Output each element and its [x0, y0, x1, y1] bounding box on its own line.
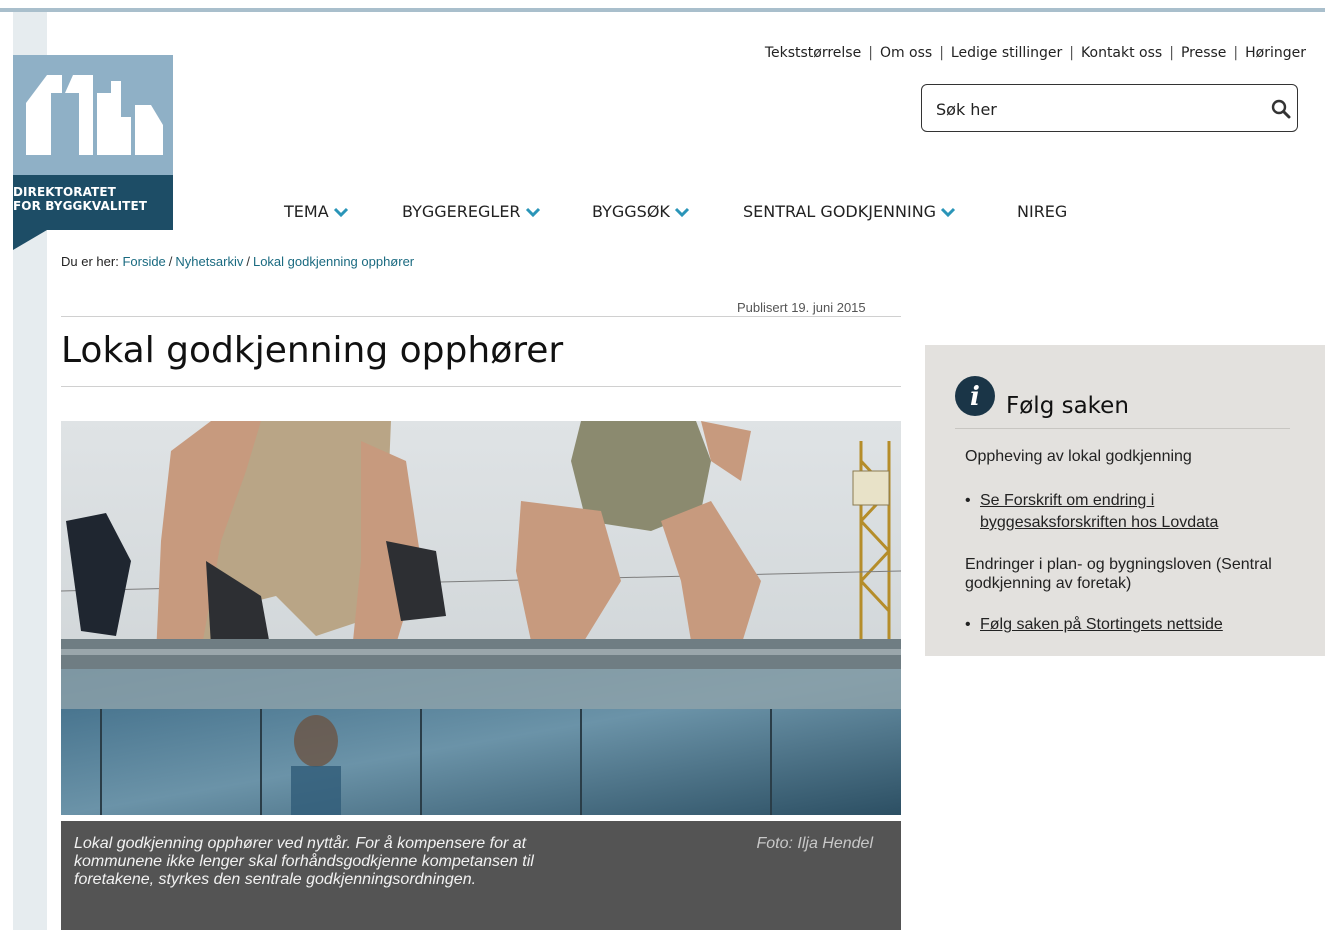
- nav-item-sentral-godkjenning[interactable]: SENTRAL GODKJENNING: [743, 202, 956, 221]
- nav-label: TEMA: [284, 202, 329, 221]
- logo-line-1: DIREKTORATET: [13, 185, 116, 199]
- panel-text: Oppheving av lokal godkjenning: [965, 448, 1192, 465]
- breadcrumb-separator: /: [168, 254, 173, 269]
- separator: |: [1069, 45, 1075, 61]
- util-link-contact[interactable]: Kontakt oss: [1081, 45, 1162, 61]
- storting-link[interactable]: Følg saken på Stortingets nettside: [980, 614, 1290, 636]
- bullet: •: [965, 492, 971, 509]
- panel-text: Endringer i plan- og bygningsloven (Sent…: [965, 556, 1272, 592]
- chevron-down-icon: [333, 207, 348, 217]
- nav-item-tema[interactable]: TEMA: [284, 202, 349, 221]
- separator: |: [1233, 45, 1239, 61]
- separator: |: [1169, 45, 1174, 61]
- breadcrumb-link-current[interactable]: Lokal godkjenning opphører: [253, 254, 414, 269]
- logo-flag: [13, 230, 47, 250]
- lovdata-link[interactable]: Se Forskrift om endring i byggesaksforsk…: [980, 490, 1290, 534]
- image-caption: Lokal godkjenning opphører ved nyttår. F…: [61, 821, 901, 930]
- separator: |: [868, 45, 873, 61]
- separator: |: [939, 45, 944, 61]
- panel-title: Følg saken: [1006, 393, 1129, 419]
- search-input[interactable]: [934, 95, 1258, 123]
- breadcrumb-separator: /: [246, 254, 250, 269]
- divider: [61, 316, 901, 317]
- nav-item-byggsok[interactable]: BYGGSØK: [592, 202, 690, 221]
- page-title: Lokal godkjenning opphører: [61, 330, 564, 371]
- published-date: Publisert 19. juni 2015: [737, 300, 866, 315]
- site-logo[interactable]: DIREKTORATET FOR BYGGKVALITET: [13, 55, 173, 250]
- logo-line-2: FOR BYGGKVALITET: [13, 199, 148, 213]
- nav-label: SENTRAL GODKJENNING: [743, 202, 937, 221]
- nav-label: NIREG: [1017, 202, 1068, 221]
- top-rule: [0, 8, 1325, 12]
- follow-case-panel: i Følg saken Oppheving av lokal godkjenn…: [925, 345, 1325, 656]
- divider: [61, 386, 901, 387]
- breadcrumb-link-home[interactable]: Forside: [122, 254, 165, 269]
- logo-text: DIREKTORATET FOR BYGGKVALITET: [13, 185, 147, 213]
- caption-text: Lokal godkjenning opphører ved nyttår. F…: [74, 835, 534, 888]
- util-link-text-size[interactable]: Tekststørrelse: [765, 45, 861, 61]
- photo-credit: Foto: Ilja Hendel: [756, 835, 873, 852]
- search-box: [921, 84, 1298, 132]
- info-icon: i: [955, 376, 995, 416]
- chevron-down-icon: [525, 207, 540, 217]
- breadcrumb: Du er her: Forside / Nyhetsarkiv / Lokal god…: [61, 254, 414, 269]
- divider: [955, 428, 1290, 429]
- article-image: [61, 421, 901, 815]
- svg-text:i: i: [970, 382, 980, 412]
- utility-nav: Tekststørrelse | Om oss | Ledige stillinger |…: [765, 45, 1306, 61]
- util-link-hearings[interactable]: Høringer: [1245, 45, 1306, 61]
- chevron-down-icon: [674, 207, 689, 217]
- util-link-press[interactable]: Presse: [1181, 45, 1226, 61]
- bullet: •: [965, 616, 971, 633]
- util-link-jobs[interactable]: Ledige stillinger: [951, 45, 1062, 61]
- util-link-about[interactable]: Om oss: [880, 45, 932, 61]
- nav-item-nireg[interactable]: NIREG: [1017, 202, 1067, 221]
- breadcrumb-prefix: Du er her:: [61, 254, 119, 269]
- logo-mark: [13, 55, 173, 175]
- chevron-down-icon: [941, 207, 956, 217]
- nav-label: BYGGSØK: [592, 202, 670, 221]
- nav-item-byggeregler[interactable]: BYGGEREGLER: [402, 202, 541, 221]
- breadcrumb-link-archive[interactable]: Nyhetsarkiv: [175, 254, 243, 269]
- nav-label: BYGGEREGLER: [402, 202, 521, 221]
- search-icon[interactable]: [1271, 99, 1291, 119]
